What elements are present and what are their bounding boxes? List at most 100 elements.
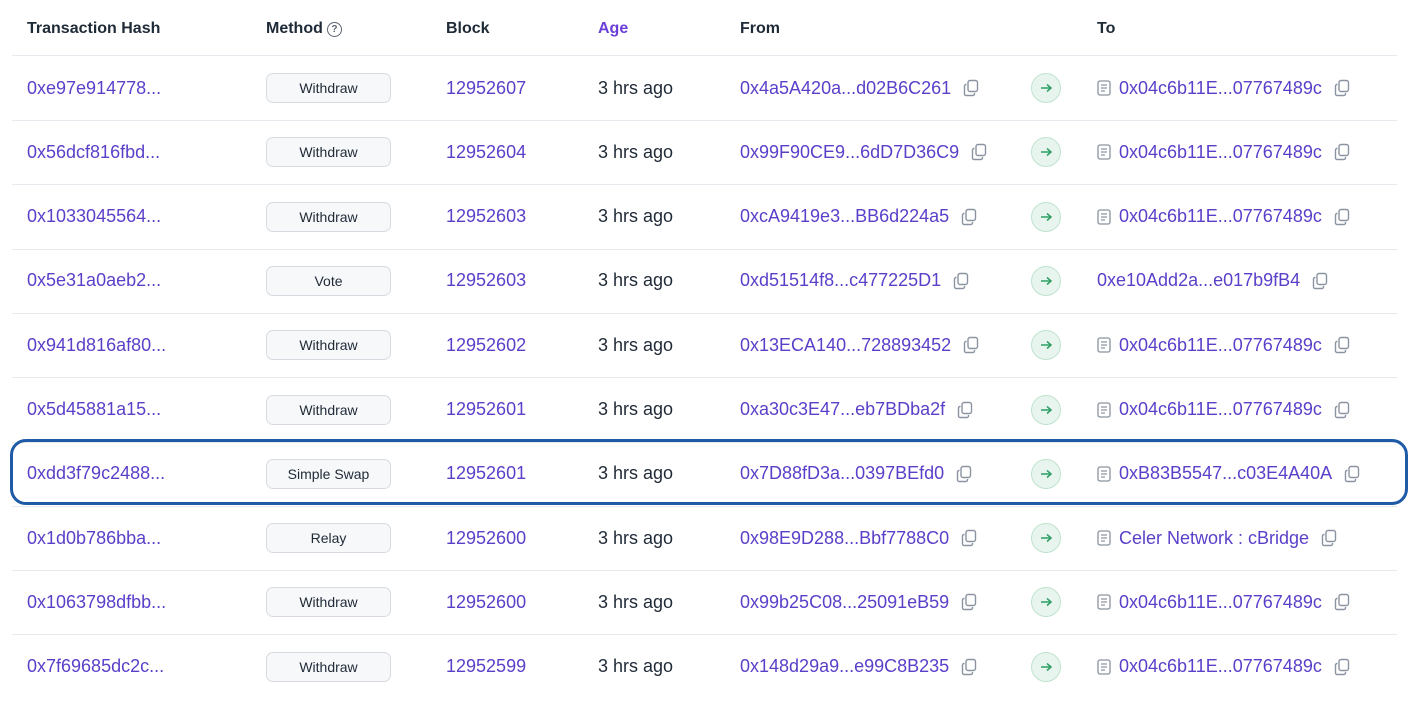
arrow-right-icon (1031, 651, 1061, 682)
header-from: From (740, 20, 780, 37)
method-cell: Withdraw (266, 313, 391, 377)
copy-icon[interactable] (1334, 401, 1350, 419)
age-text: 3 hrs ago (598, 399, 674, 419)
direction-cell (1031, 506, 1061, 570)
to-address-link[interactable]: 0xe10Add2a...e017b9fB4 (1097, 270, 1300, 291)
from-cell: 0x7D88fD3a...0397BEfd0 (740, 442, 972, 506)
method-cell: Vote (266, 249, 391, 313)
copy-icon[interactable] (956, 465, 972, 483)
copy-icon[interactable] (1334, 658, 1350, 676)
transaction-hash-link[interactable]: 0x5d45881a15... (27, 378, 161, 442)
header-block: Block (446, 20, 490, 37)
to-cell: 0x04c6b11E...07767489c (1097, 313, 1350, 377)
copy-icon[interactable] (957, 401, 973, 419)
to-address-link[interactable]: 0x04c6b11E...07767489c (1119, 78, 1322, 99)
block-link[interactable]: 12952601 (446, 378, 526, 442)
from-address-link[interactable]: 0xa30c3E47...eb7BDba2f (740, 399, 945, 420)
copy-icon[interactable] (961, 593, 977, 611)
table-row: 0x1d0b786bba... Relay 12952600 3 hrs ago… (0, 506, 1423, 570)
copy-icon[interactable] (961, 658, 977, 676)
arrow-right-icon (1031, 523, 1061, 554)
age-text: 3 hrs ago (598, 206, 674, 227)
from-address-link[interactable]: 0xd51514f8...c477225D1 (740, 270, 941, 291)
copy-icon[interactable] (1321, 529, 1337, 547)
transaction-hash-link[interactable]: 0x1d0b786bba... (27, 506, 161, 570)
transaction-hash-link[interactable]: 0x7f69685dc2c... (27, 635, 164, 699)
block-link[interactable]: 12952603 (446, 249, 526, 313)
transaction-hash-link[interactable]: 0x5e31a0aeb2... (27, 249, 161, 313)
age-text: 3 hrs ago (598, 77, 674, 98)
direction-cell (1031, 56, 1061, 120)
to-cell: 0xe10Add2a...e017b9fB4 (1097, 249, 1328, 313)
block-link[interactable]: 12952600 (446, 570, 526, 634)
copy-icon[interactable] (1334, 143, 1350, 161)
to-cell: 0x04c6b11E...07767489c (1097, 635, 1350, 699)
block-link[interactable]: 12952600 (446, 506, 526, 570)
copy-icon[interactable] (961, 208, 977, 226)
transaction-hash-link[interactable]: 0x1063798dfbb... (27, 570, 166, 634)
copy-icon[interactable] (961, 529, 977, 547)
block-link[interactable]: 12952604 (446, 120, 526, 184)
from-address-link[interactable]: 0x99b25C08...25091eB59 (740, 592, 949, 613)
from-cell: 0xd51514f8...c477225D1 (740, 249, 969, 313)
block-link[interactable]: 12952601 (446, 442, 526, 506)
copy-icon[interactable] (953, 272, 969, 290)
question-circle-icon[interactable]: ? (326, 22, 342, 37)
block-link[interactable]: 12952607 (446, 56, 526, 120)
transaction-hash-link[interactable]: 0xdd3f79c2488... (27, 442, 165, 506)
contract-document-icon (1097, 594, 1111, 611)
transaction-hash-link[interactable]: 0x941d816af80... (27, 313, 166, 377)
copy-icon[interactable] (963, 336, 979, 354)
method-badge: Withdraw (266, 651, 391, 682)
transaction-hash-link[interactable]: 0x56dcf816fbd... (27, 120, 160, 184)
copy-icon[interactable] (1334, 336, 1350, 354)
method-badge: Withdraw (266, 394, 391, 425)
arrow-right-icon (1031, 458, 1061, 489)
method-badge: Withdraw (266, 587, 391, 618)
method-cell: Withdraw (266, 570, 391, 634)
to-address-link[interactable]: 0x04c6b11E...07767489c (1119, 335, 1322, 356)
copy-icon[interactable] (1344, 465, 1360, 483)
to-cell: 0xB83B5547...c03E4A40A (1097, 442, 1360, 506)
copy-icon[interactable] (1334, 208, 1350, 226)
from-cell: 0x4a5A420a...d02B6C261 (740, 56, 979, 120)
to-address-link[interactable]: 0x04c6b11E...07767489c (1119, 206, 1322, 227)
copy-icon[interactable] (1312, 272, 1328, 290)
to-address-link[interactable]: 0x04c6b11E...07767489c (1119, 142, 1322, 163)
contract-document-icon (1097, 530, 1111, 546)
direction-cell (1031, 635, 1061, 699)
method-badge: Withdraw (266, 330, 391, 361)
to-address-link[interactable]: 0x04c6b11E...07767489c (1119, 592, 1322, 613)
arrow-right-icon (1031, 265, 1061, 296)
copy-icon[interactable] (1334, 593, 1350, 611)
header-transaction-hash: Transaction Hash (27, 20, 161, 37)
block-link[interactable]: 12952599 (446, 635, 526, 699)
to-address-link[interactable]: 0x04c6b11E...07767489c (1119, 656, 1322, 677)
from-cell: 0x13ECA140...728893452 (740, 313, 979, 377)
contract-document-icon (1097, 337, 1111, 353)
age-text: 3 hrs ago (598, 527, 674, 548)
to-address-link[interactable]: 0x04c6b11E...07767489c (1119, 399, 1322, 420)
copy-icon[interactable] (963, 79, 979, 97)
from-address-link[interactable]: 0x98E9D288...Bbf7788C0 (740, 528, 949, 549)
to-address-link[interactable]: Celer Network : cBridge (1119, 528, 1309, 549)
from-address-link[interactable]: 0x13ECA140...728893452 (740, 335, 951, 356)
from-address-link[interactable]: 0x99F90CE9...6dD7D36C9 (740, 142, 959, 163)
block-link[interactable]: 12952602 (446, 313, 526, 377)
from-address-link[interactable]: 0x7D88fD3a...0397BEfd0 (740, 463, 944, 484)
to-cell: 0x04c6b11E...07767489c (1097, 120, 1350, 184)
from-address-link[interactable]: 0xcA9419e3...BB6d224a5 (740, 206, 949, 227)
from-cell: 0x99F90CE9...6dD7D36C9 (740, 120, 987, 184)
transaction-hash-link[interactable]: 0x1033045564... (27, 185, 161, 249)
header-age[interactable]: Age (598, 20, 628, 38)
to-address-link[interactable]: 0xB83B5547...c03E4A40A (1119, 463, 1332, 484)
copy-icon[interactable] (971, 143, 987, 161)
method-cell: Withdraw (266, 56, 391, 120)
transaction-hash-link[interactable]: 0xe97e914778... (27, 56, 161, 120)
from-address-link[interactable]: 0x4a5A420a...d02B6C261 (740, 78, 951, 99)
direction-cell (1031, 313, 1061, 377)
block-link[interactable]: 12952603 (446, 185, 526, 249)
copy-icon[interactable] (1334, 79, 1350, 97)
method-cell: Relay (266, 506, 391, 570)
from-address-link[interactable]: 0x148d29a9...e99C8B235 (740, 656, 949, 677)
